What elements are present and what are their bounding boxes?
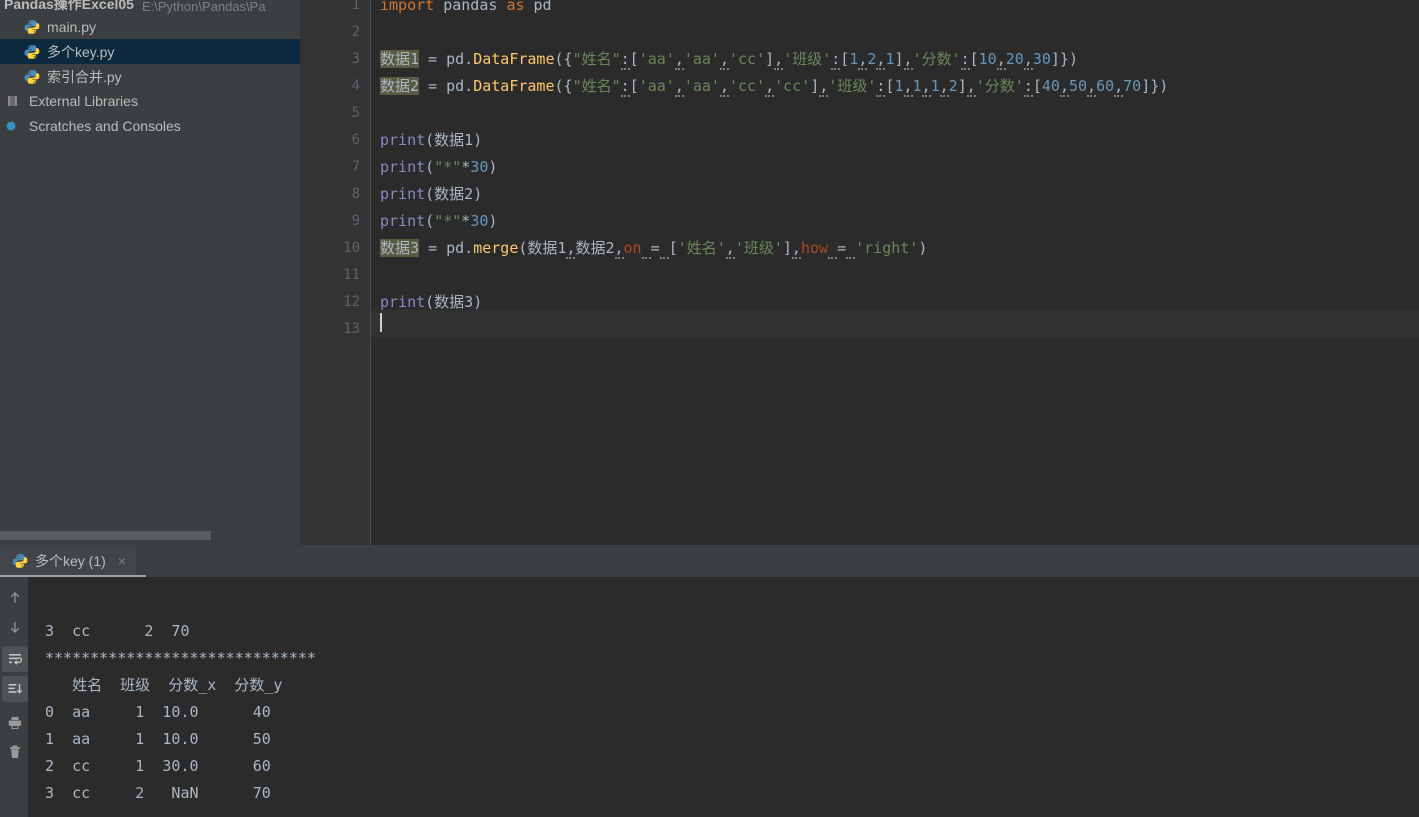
console-tab-label: 多个key (1): [35, 553, 106, 569]
python-file-icon: [12, 553, 28, 569]
tree-item-external-libraries[interactable]: External Libraries: [0, 88, 298, 113]
current-line-highlight: [371, 310, 1419, 337]
code-line-4[interactable]: 数据2 = pd.DataFrame({"姓名":['aa','aa','cc'…: [380, 73, 1168, 100]
console-output-line: 2 cc 1 30.0 60: [45, 757, 271, 775]
code-line-6[interactable]: print(数据1): [380, 127, 482, 154]
tree-root-node[interactable]: Pandas操作Excel05 E:\Python\Pandas\Pa: [0, 0, 300, 14]
scroll-end-icon: [8, 684, 23, 694]
line-number: 9: [351, 213, 360, 229]
console-output-line: 3 cc 2 70: [45, 622, 190, 640]
code-line-3[interactable]: 数据1 = pd.DataFrame({"姓名":['aa','aa','cc'…: [380, 46, 1078, 73]
code-line-9[interactable]: print("*"*30): [380, 208, 497, 235]
top-area: Pandas操作Excel05 E:\Python\Pandas\Pa main…: [0, 0, 1419, 545]
console-toolbar: [0, 577, 28, 817]
code-line-13[interactable]: [380, 310, 382, 337]
python-file-icon: [24, 19, 40, 35]
project-tree-panel[interactable]: Pandas操作Excel05 E:\Python\Pandas\Pa main…: [0, 0, 300, 545]
scratches-icon: [6, 118, 22, 134]
pycharm-window: Pandas操作Excel05 E:\Python\Pandas\Pa main…: [0, 0, 1419, 817]
code-line-10[interactable]: 数据3 = pd.merge(数据1,数据2,on = ['姓名','班级'],…: [380, 235, 927, 262]
editor-gutter[interactable]: 1 2 3 4 5 6 7 8 9 10 11 12 13: [300, 0, 371, 545]
tree-root-path: E:\Python\Pandas\Pa: [141, 0, 266, 14]
tree-item-label: 索引合并.py: [47, 68, 122, 85]
code-line-1[interactable]: import pandas as pd: [380, 0, 552, 19]
tree-item-scratches-and-consoles[interactable]: Scratches and Consoles: [0, 113, 298, 138]
scroll-up-button[interactable]: [2, 585, 28, 611]
console-output-line: ******************************: [45, 649, 316, 667]
python-file-icon: [24, 44, 40, 60]
tree-root-label: Pandas操作Excel05: [4, 0, 134, 12]
clear-all-button[interactable]: [2, 739, 28, 765]
scroll-to-end-button[interactable]: [2, 676, 28, 702]
code-line-7[interactable]: print("*"*30): [380, 154, 497, 181]
console-output-area[interactable]: 3 cc 2 70 ******************************…: [28, 577, 1419, 817]
code-line-12[interactable]: print(数据3): [380, 289, 482, 316]
arrow-up-icon: [10, 592, 20, 603]
console-output-line: 3 cc 2 NaN 70: [45, 784, 271, 802]
line-number: 8: [351, 186, 360, 202]
line-number: 6: [351, 132, 360, 148]
print-button[interactable]: [2, 710, 28, 736]
text-caret: [380, 313, 382, 332]
line-number: 1: [351, 0, 360, 13]
arrow-down-icon: [10, 622, 20, 633]
console-output-line: 0 aa 1 10.0 40: [45, 703, 271, 721]
scroll-down-button[interactable]: [2, 614, 28, 640]
trash-icon: [10, 745, 20, 758]
console-tab-duogekey[interactable]: 多个key (1) ×: [0, 545, 136, 577]
code-line-8[interactable]: print(数据2): [380, 181, 482, 208]
scrollbar-thumb[interactable]: [0, 531, 211, 540]
line-number: 13: [343, 321, 360, 337]
tree-item-main-py[interactable]: main.py: [0, 14, 300, 39]
tree-item-label: Scratches and Consoles: [29, 117, 181, 134]
close-icon[interactable]: ×: [118, 554, 126, 568]
python-file-icon: [24, 69, 40, 85]
console-output-line: 姓名 班级 分数_x 分数_y: [45, 676, 283, 694]
tree-item-label: External Libraries: [29, 92, 138, 109]
line-number: 4: [351, 78, 360, 94]
line-number: 7: [351, 159, 360, 175]
tree-item-suoyinhebing-py[interactable]: 索引合并.py: [0, 64, 300, 89]
line-number: 10: [343, 240, 360, 256]
tree-item-duogekey-py[interactable]: 多个key.py: [0, 39, 300, 64]
code-editor[interactable]: 1 2 3 4 5 6 7 8 9 10 11 12 13 import pan…: [300, 0, 1419, 545]
console-tab-bar: 多个key (1) ×: [0, 545, 1419, 577]
run-console-panel: 多个key (1) × 3 cc 2 70 ******************…: [0, 545, 1419, 817]
console-output-line: 1 aa 1 10.0 50: [45, 730, 271, 748]
soft-wrap-button[interactable]: [2, 646, 28, 672]
library-icon: [6, 93, 22, 109]
printer-icon: [8, 717, 22, 729]
tree-item-label: main.py: [47, 18, 97, 35]
line-number: 12: [343, 294, 360, 310]
editor-code-area[interactable]: import pandas as pd 数据1 = pd.DataFrame({…: [371, 0, 1419, 545]
line-number: 5: [351, 105, 360, 121]
line-number: 2: [351, 24, 360, 40]
line-number: 11: [343, 267, 360, 283]
tree-item-label: 多个key.py: [47, 43, 115, 60]
project-tree-horizontal-scrollbar[interactable]: [0, 531, 300, 540]
line-number: 3: [351, 51, 360, 67]
soft-wrap-icon: [9, 654, 23, 665]
